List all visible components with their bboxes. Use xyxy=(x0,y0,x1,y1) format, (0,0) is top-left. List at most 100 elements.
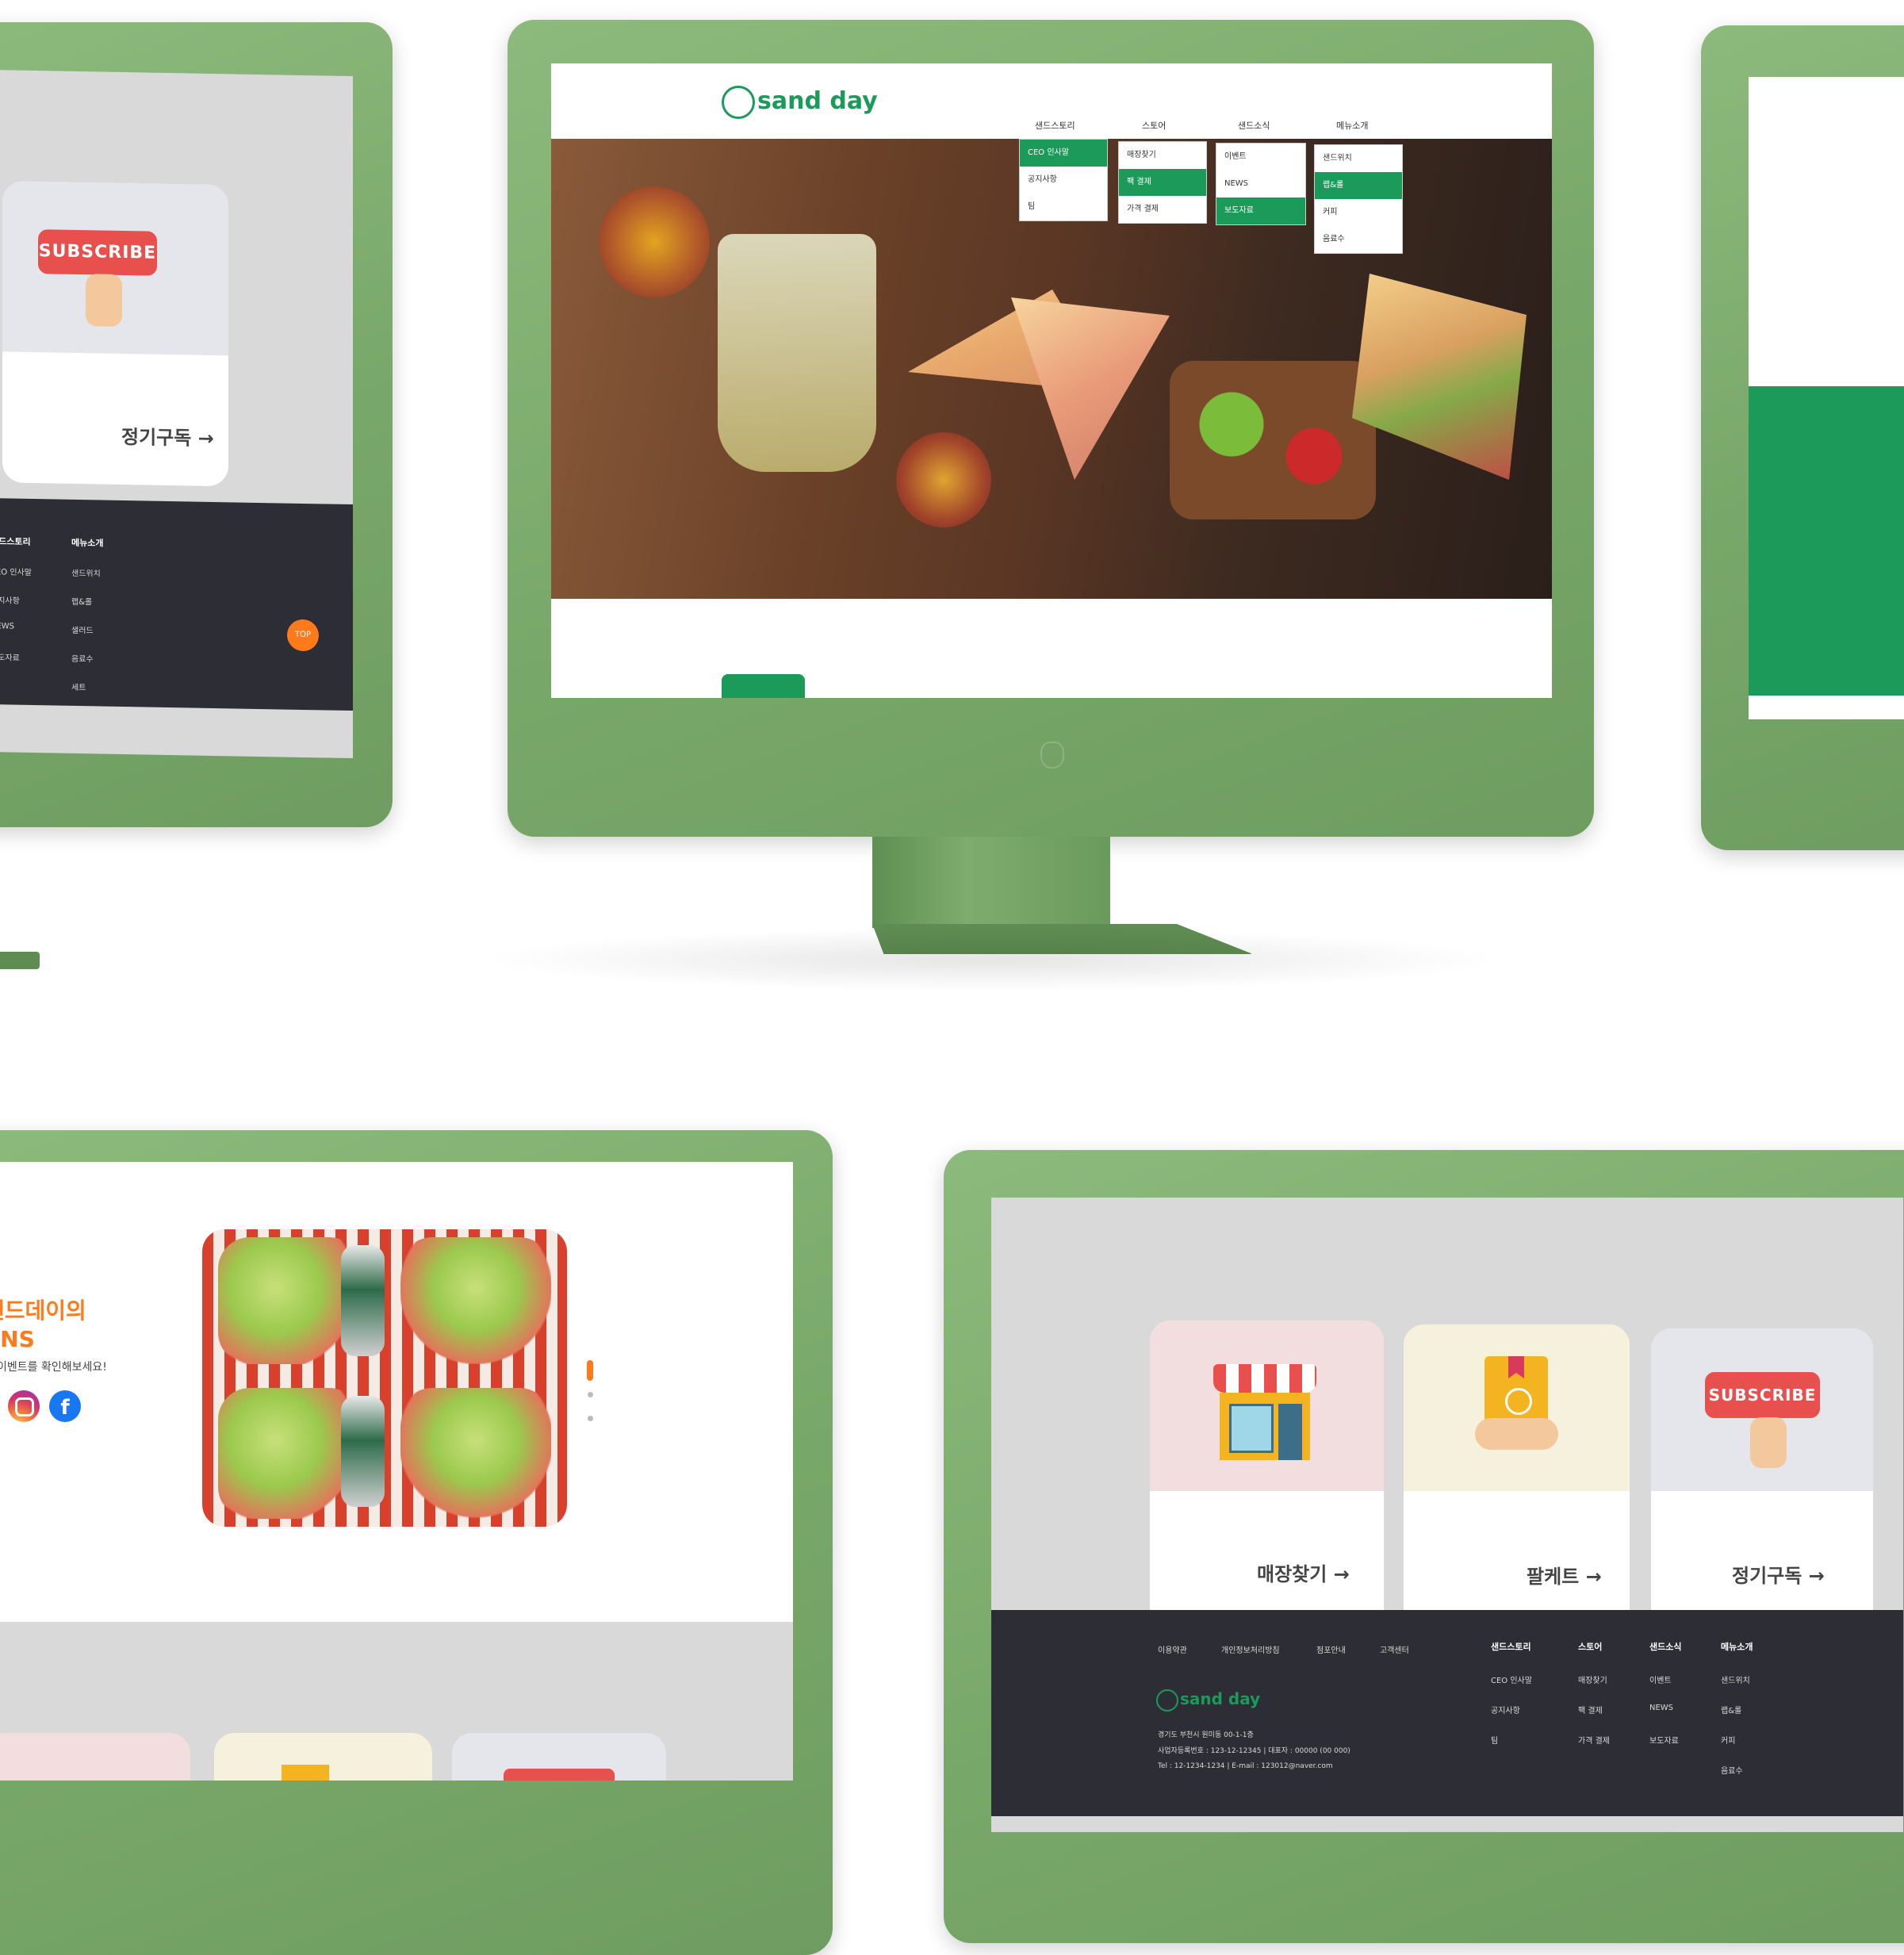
nav-store[interactable]: 스토어 xyxy=(1142,119,1166,132)
monitor-bottom-left: 샌드데이의 SNS 진행중인 이벤트를 확인해보세요! f xyxy=(0,1130,833,1955)
footer-heading[interactable]: 메뉴소개 xyxy=(71,536,103,550)
menu-item[interactable]: 이벤트 xyxy=(1216,144,1305,171)
footer-heading[interactable]: 샌드스토리 xyxy=(0,535,31,548)
nav-sandstory[interactable]: 샌드스토리 xyxy=(1035,119,1075,132)
footer-link[interactable]: 커피 xyxy=(1721,1734,1735,1746)
sns-subtitle: 진행중인 이벤트를 확인해보세요! xyxy=(0,1361,107,1374)
menu-item[interactable]: 커피 xyxy=(1315,199,1402,226)
menu-item[interactable]: 가격 결제 xyxy=(1119,196,1206,223)
monitor-center: sand day 샌드스토리 스토어 샌드소식 메뉴소개 CEO 인사말 공지사… xyxy=(508,20,1594,837)
menu-item[interactable]: 샌드위치 xyxy=(1315,145,1402,172)
subscribe-card-label: 정기구독 → xyxy=(121,425,214,450)
store-icon xyxy=(1213,1364,1316,1463)
footer-link[interactable]: 샐러드 xyxy=(71,623,94,635)
menu-item[interactable]: NEWS xyxy=(1216,171,1305,197)
subscribe-sign: SUBSCRIBE xyxy=(1705,1372,1820,1418)
screen-center: sand day 샌드스토리 스토어 샌드소식 메뉴소개 CEO 인사말 공지사… xyxy=(551,63,1552,698)
slider-dot[interactable] xyxy=(588,1416,593,1421)
menu-item[interactable]: 랩&롤 xyxy=(1315,172,1402,199)
hand-icon xyxy=(1750,1417,1787,1468)
screen-top-left: SUBSCRIBE 정기구독 → 샌드스토리 CEO 인사말 공지사항 NEWS… xyxy=(0,69,353,759)
menu-item[interactable]: 공지사항 xyxy=(1020,167,1107,194)
footer-link[interactable]: NEWS xyxy=(0,622,14,631)
catering-icon xyxy=(282,1765,329,1781)
subscribe-sign: SUBSCRIBE xyxy=(38,229,157,276)
footer-link[interactable]: 가격 결제 xyxy=(1578,1734,1610,1746)
dropdown-menu: 샌드위치 랩&롤 커피 음료수 xyxy=(1314,144,1403,254)
dropdown-sandstory: CEO 인사말 공지사항 팀 xyxy=(1019,139,1108,221)
slider-dot-active[interactable] xyxy=(587,1360,593,1381)
top-button-label: TOP xyxy=(294,630,311,640)
footer-link[interactable]: 음료수 xyxy=(1721,1764,1743,1776)
footer-link[interactable]: 팩 결제 xyxy=(1578,1704,1603,1715)
passion-fruit xyxy=(599,186,710,297)
footer-link[interactable]: CEO 인사말 xyxy=(0,565,32,577)
sandwich xyxy=(1352,274,1527,480)
footer-logo-text[interactable]: sand day xyxy=(1180,1689,1260,1708)
footer-link-terms[interactable]: 이용약관 xyxy=(1158,1643,1187,1655)
menu-item[interactable]: 보도자료 xyxy=(1216,197,1305,224)
slider-dot[interactable] xyxy=(588,1392,593,1397)
screen-top-right xyxy=(1749,77,1904,719)
footer-link[interactable]: 샌드위치 xyxy=(71,566,101,579)
logo-mark xyxy=(722,86,755,119)
footer-link[interactable]: 팀 xyxy=(1491,1734,1498,1746)
stand-neck-center xyxy=(872,837,1110,928)
sns-title-line2: SNS xyxy=(0,1326,35,1352)
footer-link[interactable]: 랩&롤 xyxy=(1721,1704,1741,1715)
monitor-top-left: SUBSCRIBE 정기구독 → 샌드스토리 CEO 인사말 공지사항 NEWS… xyxy=(0,22,393,827)
menu-item[interactable]: 팩 결제 xyxy=(1119,169,1206,196)
screen-bottom-right: 매장찾기 → 팔케트 → SUBSCRIBE 정기구독 → 이용약관 개인정보처… xyxy=(991,1198,1903,1832)
catering-card[interactable]: 팔케트 → xyxy=(1404,1324,1630,1642)
menu-item[interactable]: 음료수 xyxy=(1315,226,1402,253)
subscribe-card[interactable]: SUBSCRIBE 정기구독 → xyxy=(2,181,228,487)
footer-heading[interactable]: 샌드스토리 xyxy=(1491,1640,1531,1653)
menu-item[interactable]: 매장찾기 xyxy=(1119,142,1206,169)
nav-news[interactable]: 샌드소식 xyxy=(1238,119,1270,132)
stand-base-top-left xyxy=(0,952,40,969)
footer-link[interactable]: CEO 인사말 xyxy=(1491,1673,1532,1685)
menu-item[interactable]: CEO 인사말 xyxy=(1020,140,1107,167)
footer-link-stores[interactable]: 점포안내 xyxy=(1316,1643,1346,1655)
footer-link[interactable]: 음료수 xyxy=(71,652,94,664)
cards-section xyxy=(0,1622,793,1781)
footer-heading[interactable]: 스토어 xyxy=(1578,1640,1602,1653)
apple-logo-icon xyxy=(1040,742,1064,769)
footer-link[interactable]: 샌드위치 xyxy=(1721,1673,1750,1685)
instagram-icon[interactable] xyxy=(8,1390,40,1422)
green-tab[interactable] xyxy=(722,674,805,698)
footer-link[interactable]: 매장찾기 xyxy=(1578,1673,1607,1685)
store-finder-label: 매장찾기 → xyxy=(1257,1563,1350,1585)
sns-title: 샌드데이의 SNS xyxy=(0,1297,86,1354)
footer-top-left: 샌드스토리 CEO 인사말 공지사항 NEWS 보도자료 메뉴소개 샌드위치 랩… xyxy=(0,497,353,711)
dropdown-news: 이벤트 NEWS 보도자료 xyxy=(1216,143,1306,225)
footer-heading[interactable]: 샌드소식 xyxy=(1649,1640,1681,1653)
footer-link[interactable]: 보도자료 xyxy=(0,650,20,663)
nav-menu[interactable]: 메뉴소개 xyxy=(1336,119,1368,132)
footer-link-support[interactable]: 고객센터 xyxy=(1380,1643,1409,1655)
footer-business-no: 사업자등록번호 : 123-12-12345 | 대표자 : 00000 (00… xyxy=(1158,1747,1350,1755)
site-header: sand day 샌드스토리 스토어 샌드소식 메뉴소개 xyxy=(551,63,1552,139)
sns-feed-image[interactable] xyxy=(202,1229,567,1527)
green-panel xyxy=(1749,386,1904,696)
logo-text[interactable]: sand day xyxy=(757,87,878,115)
top-button[interactable]: TOP xyxy=(287,619,319,652)
monitor-bottom-right: 매장찾기 → 팔케트 → SUBSCRIBE 정기구독 → 이용약관 개인정보처… xyxy=(944,1150,1904,1943)
sandwich xyxy=(1011,297,1170,480)
facebook-icon[interactable]: f xyxy=(49,1390,81,1422)
footer-heading[interactable]: 메뉴소개 xyxy=(1721,1640,1753,1653)
menu-item[interactable]: 팀 xyxy=(1020,194,1107,220)
subscription-label: 정기구독 → xyxy=(1732,1565,1825,1587)
catering-label: 팔케트 → xyxy=(1527,1566,1602,1588)
footer-link[interactable]: 공지사항 xyxy=(0,593,20,606)
subscription-card[interactable]: SUBSCRIBE 정기구독 → xyxy=(1651,1328,1873,1646)
footer-link[interactable]: 세트 xyxy=(71,680,86,692)
store-finder-card[interactable]: 매장찾기 → xyxy=(1150,1321,1384,1638)
footer-link[interactable]: NEWS xyxy=(1649,1704,1673,1712)
footer-link[interactable]: 보도자료 xyxy=(1649,1734,1679,1746)
footer-link[interactable]: 랩&롤 xyxy=(71,595,92,607)
dropdown-store: 매장찾기 팩 결제 가격 결제 xyxy=(1118,141,1207,224)
footer-link[interactable]: 공지사항 xyxy=(1491,1704,1520,1715)
footer-link-privacy[interactable]: 개인정보처리방침 xyxy=(1221,1643,1280,1655)
footer-link[interactable]: 이벤트 xyxy=(1649,1673,1672,1685)
